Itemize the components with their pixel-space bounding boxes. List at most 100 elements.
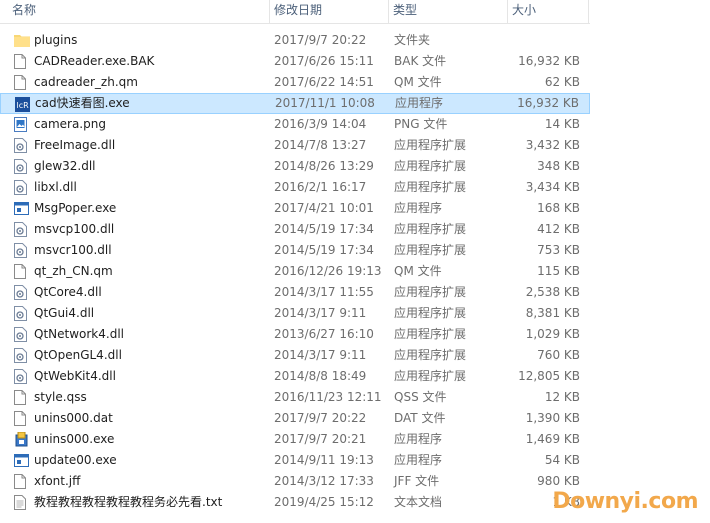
file-row[interactable]: qt_zh_CN.qm 2016/12/26 19:13 QM 文件 115 KB xyxy=(0,261,590,282)
dll-icon xyxy=(14,285,28,300)
file-type: 应用程序扩展 xyxy=(394,159,467,173)
file-size: 115 KB xyxy=(537,264,580,278)
file-list: plugins 2017/9/7 20:22 文件夹 CADReader.exe.BA… xyxy=(0,30,590,513)
file-row[interactable]: cadreader_zh.qm 2017/6/22 14:51 QM 文件 62 KB xyxy=(0,72,590,93)
file-date: 2014/3/12 17:33 xyxy=(274,474,374,488)
file-name: cadreader_zh.qm xyxy=(34,75,138,89)
file-row[interactable]: QtGui4.dll 2014/3/17 9:11 应用程序扩展 8,381 KB xyxy=(0,303,590,324)
file-name: update00.exe xyxy=(34,453,117,467)
file-type: 应用程序 xyxy=(394,432,443,446)
folder-icon xyxy=(14,33,30,48)
file-name: camera.png xyxy=(34,117,106,131)
text-file-icon xyxy=(14,495,28,510)
file-name: cad快速看图.exe xyxy=(35,96,130,110)
file-name: qt_zh_CN.qm xyxy=(34,264,113,278)
dll-icon xyxy=(14,327,28,342)
file-size: 54 KB xyxy=(544,453,580,467)
file-name: MsgPoper.exe xyxy=(34,201,117,215)
file-type: 应用程序扩展 xyxy=(394,306,467,320)
file-size: 168 KB xyxy=(537,201,580,215)
column-divider[interactable] xyxy=(588,0,589,23)
file-row[interactable]: QtWebKit4.dll 2014/8/8 18:49 应用程序扩展 12,805 … xyxy=(0,366,590,387)
file-row[interactable]: xfont.jff 2014/3/12 17:33 JFF 文件 980 KB xyxy=(0,471,590,492)
file-size: 16,932 KB xyxy=(517,96,579,110)
file-name: 教程教程教程教程教程务必先看.txt xyxy=(34,495,223,509)
file-row[interactable]: update00.exe 2014/9/11 19:13 应用程序 54 KB xyxy=(0,450,590,471)
file-name: glew32.dll xyxy=(34,159,96,173)
file-type: 文件夹 xyxy=(394,33,431,47)
file-date: 2014/9/11 19:13 xyxy=(274,453,374,467)
file-size: 3,434 KB xyxy=(525,180,580,194)
file-type: 应用程序扩展 xyxy=(394,369,467,383)
file-size: 8,381 KB xyxy=(525,306,580,320)
file-date: 2014/8/8 18:49 xyxy=(274,369,367,383)
file-row[interactable]: unins000.dat 2017/9/7 20:22 DAT 文件 1,390 KB xyxy=(0,408,590,429)
file-type: QSS 文件 xyxy=(394,390,447,404)
file-date: 2019/4/25 15:12 xyxy=(274,495,374,509)
file-row[interactable]: MsgPoper.exe 2017/4/21 10:01 应用程序 168 KB xyxy=(0,198,590,219)
file-row[interactable]: lcR cad快速看图.exe 2017/11/1 10:08 应用程序 16,932 … xyxy=(0,93,590,114)
file-row[interactable]: libxl.dll 2016/2/1 16:17 应用程序扩展 3,434 KB xyxy=(0,177,590,198)
file-row[interactable]: style.qss 2016/11/23 12:11 QSS 文件 12 KB xyxy=(0,387,590,408)
file-type: PNG 文件 xyxy=(394,117,448,131)
file-size: 348 KB xyxy=(537,159,580,173)
column-header-name[interactable]: 名称 xyxy=(8,0,270,23)
file-row[interactable]: unins000.exe 2017/9/7 20:21 应用程序 1,469 KB xyxy=(0,429,590,450)
installer-icon xyxy=(14,431,28,447)
file-date: 2017/6/26 15:11 xyxy=(274,54,374,68)
file-date: 2014/7/8 13:27 xyxy=(274,138,367,152)
file-row[interactable]: QtOpenGL4.dll 2014/3/17 9:11 应用程序扩展 760 KB xyxy=(0,345,590,366)
file-size: 412 KB xyxy=(537,222,580,236)
dll-icon xyxy=(14,243,28,258)
file-date: 2016/12/26 19:13 xyxy=(274,264,382,278)
image-file-icon xyxy=(14,117,28,132)
dll-icon xyxy=(14,138,28,153)
dll-icon xyxy=(14,348,28,363)
file-name: xfont.jff xyxy=(34,474,81,488)
dll-icon xyxy=(14,180,28,195)
file-date: 2017/9/7 20:21 xyxy=(274,432,367,446)
file-name: unins000.exe xyxy=(34,432,115,446)
file-name: libxl.dll xyxy=(34,180,77,194)
file-type: BAK 文件 xyxy=(394,54,447,68)
svg-text:lcR: lcR xyxy=(17,101,30,110)
file-row[interactable]: QtCore4.dll 2014/3/17 11:55 应用程序扩展 2,538 KB xyxy=(0,282,590,303)
file-row[interactable]: msvcp100.dll 2014/5/19 17:34 应用程序扩展 412 KB xyxy=(0,219,590,240)
file-name: msvcr100.dll xyxy=(34,243,112,257)
file-date: 2013/6/27 16:10 xyxy=(274,327,374,341)
file-icon xyxy=(14,75,28,90)
file-date: 2014/3/17 11:55 xyxy=(274,285,374,299)
file-size: 3,432 KB xyxy=(525,138,580,152)
file-type: 应用程序扩展 xyxy=(394,327,467,341)
file-row[interactable]: 教程教程教程教程教程务必先看.txt 2019/4/25 15:12 文本文档 1 K… xyxy=(0,492,590,513)
file-type: 应用程序扩展 xyxy=(394,348,467,362)
column-header-date[interactable]: 修改日期 xyxy=(270,0,388,23)
file-size: 1,390 KB xyxy=(525,411,580,425)
watermark-logo: Downyi.com xyxy=(552,489,698,514)
file-date: 2014/3/17 9:11 xyxy=(274,348,367,362)
file-row[interactable]: msvcr100.dll 2014/5/19 17:34 应用程序扩展 753 KB xyxy=(0,240,590,261)
file-date: 2017/4/21 10:01 xyxy=(274,201,374,215)
column-header-type[interactable]: 类型 xyxy=(389,0,507,23)
file-size: 2,538 KB xyxy=(525,285,580,299)
file-type: 文本文档 xyxy=(394,495,443,509)
exe-icon xyxy=(14,201,29,216)
file-date: 2017/9/7 20:22 xyxy=(274,411,367,425)
file-type: QM 文件 xyxy=(394,264,442,278)
file-name: QtNetwork4.dll xyxy=(34,327,124,341)
file-row[interactable]: glew32.dll 2014/8/26 13:29 应用程序扩展 348 KB xyxy=(0,156,590,177)
file-row[interactable]: QtNetwork4.dll 2013/6/27 16:10 应用程序扩展 1,029… xyxy=(0,324,590,345)
file-size: 16,932 KB xyxy=(518,54,580,68)
file-date: 2014/3/17 9:11 xyxy=(274,306,367,320)
file-row[interactable]: CADReader.exe.BAK 2017/6/26 15:11 BAK 文件 16… xyxy=(0,51,590,72)
file-name: msvcp100.dll xyxy=(34,222,115,236)
file-size: 12 KB xyxy=(544,390,580,404)
column-header-size[interactable]: 大小 xyxy=(508,0,588,23)
file-row[interactable]: FreeImage.dll 2014/7/8 13:27 应用程序扩展 3,432 K… xyxy=(0,135,590,156)
file-row[interactable]: plugins 2017/9/7 20:22 文件夹 xyxy=(0,30,590,51)
file-size: 753 KB xyxy=(537,243,580,257)
file-type: 应用程序扩展 xyxy=(394,285,467,299)
file-type: 应用程序扩展 xyxy=(394,138,467,152)
file-row[interactable]: camera.png 2016/3/9 14:04 PNG 文件 14 KB xyxy=(0,114,590,135)
file-type: 应用程序 xyxy=(395,96,444,110)
